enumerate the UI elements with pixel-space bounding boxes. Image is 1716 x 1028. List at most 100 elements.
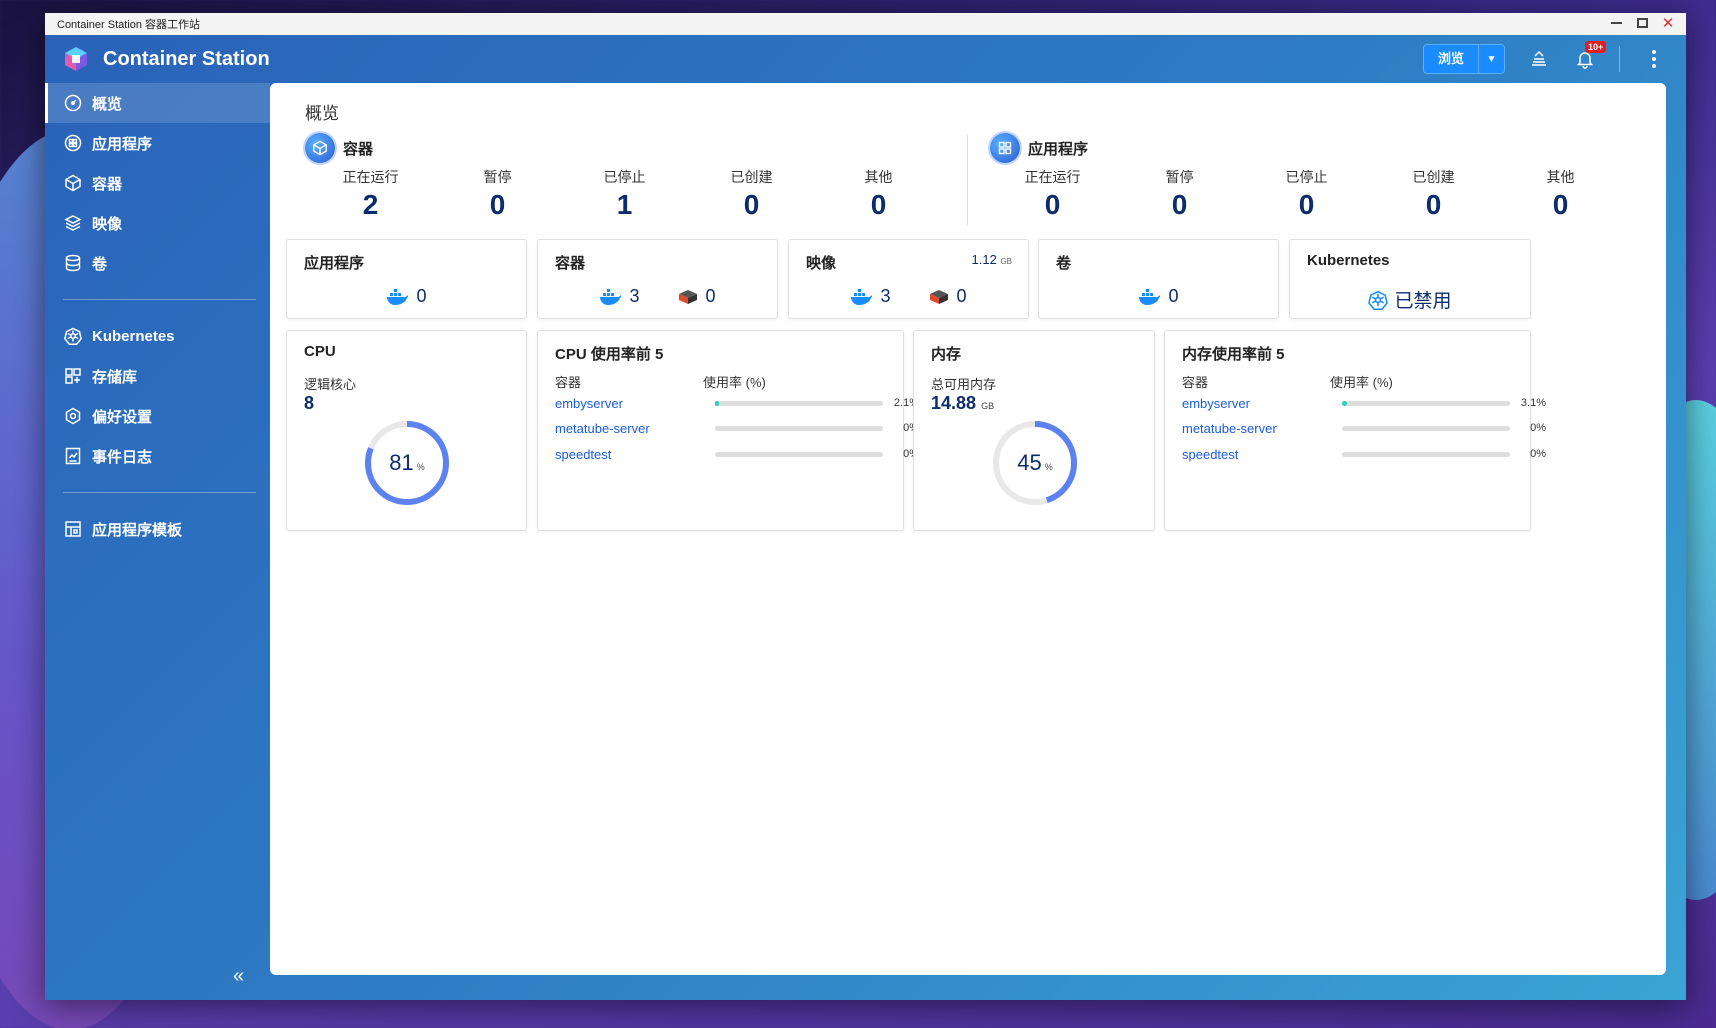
usage-bar-fill [1342,400,1348,406]
column-header-usage: 使用率 (%) [703,375,766,390]
memory-card: 内存 总可用内存 14.88 GB 45% [913,330,1155,531]
column-header-container: 容器 [1182,375,1209,390]
memory-top5-card: 内存使用率前 5 容器 使用率 (%) embyserver 3.1% meta… [1164,330,1546,531]
memory-total-value: 14.88 [931,393,977,413]
stat-label: 正在运行 [342,169,399,185]
stat-value: 0 [489,189,506,220]
more-vertical-icon [1652,50,1656,68]
sidebar-item-app-templates[interactable]: 应用程序模板 [45,509,270,549]
table-row: speedtest 0% [555,444,919,464]
sidebar-item-label: 概览 [92,95,123,113]
card-title: 容器 [555,255,586,272]
volumes-card[interactable]: 卷 0 [1038,239,1279,319]
browse-button-group: 浏览 ▼ [1422,44,1505,74]
caret-down-icon: ▼ [1486,53,1497,65]
kubernetes-state: 已禁用 [1394,291,1452,312]
apps-card[interactable]: 应用程序 0 [286,239,527,319]
docker-count-value: 3 [880,286,891,306]
title-bar: Container Station 容器工作站 ✕ [45,13,1686,35]
container-icon [63,173,83,193]
sidebar-item-label: 应用程序 [92,135,153,153]
container-link[interactable]: speedtest [1182,447,1342,462]
memory-total-label: 总可用内存 [931,377,997,392]
close-button[interactable]: ✕ [1660,15,1676,32]
docker-count-value: 0 [416,286,427,306]
kubernetes-helm-icon [1368,290,1389,310]
cpu-usage-readout: 81% [362,418,452,508]
docker-count: 0 [386,286,427,307]
card-title: Kubernetes [1307,252,1390,269]
minimize-button[interactable] [1608,15,1624,31]
stat-value: 1 [616,189,633,220]
lxd-count-value: 0 [956,286,967,306]
table-row: embyserver 2.1% [555,393,919,413]
sidebar-item-event-log[interactable]: 事件日志 [45,436,270,476]
usage-bar [1342,451,1510,457]
apps-summary: 应用程序 正在运行 0 暂停 0 已停止 0 已创建 0 其他 0 [955,133,1624,221]
sidebar-item-kubernetes[interactable]: Kubernetes [45,316,270,356]
stat-paused: 暂停 0 [434,167,561,221]
apps-stats: 正在运行 0 暂停 0 已停止 0 已创建 0 其他 0 [989,167,1624,221]
task-queue-button[interactable] [1527,47,1551,71]
card-status: 已禁用 [1290,286,1530,313]
notifications-button[interactable]: 10+ [1573,41,1607,71]
template-icon [63,519,83,539]
usage-percent: 3.1% [1520,397,1546,409]
stat-value: 2 [362,189,379,220]
table-row: metatube-server 0% [1182,418,1546,438]
docker-icon [600,288,622,305]
sidebar-item-images[interactable]: 映像 [45,203,270,243]
sidebar-item-preferences[interactable]: 偏好设置 [45,396,270,436]
stat-value: 0 [1298,189,1315,220]
lxd-count: 0 [927,286,967,307]
collapse-sidebar-button[interactable]: « [233,965,244,988]
sidebar-item-volumes[interactable]: 卷 [45,243,270,283]
maximize-icon [1636,18,1648,28]
docker-count: 3 [850,286,891,307]
kubernetes-card[interactable]: Kubernetes 已禁用 [1289,239,1531,319]
container-link[interactable]: embyserver [555,396,715,411]
volume-icon [63,253,83,273]
more-menu-button[interactable] [1642,47,1666,71]
memory-total: 14.88 GB [931,393,994,414]
stat-created: 已创建 0 [688,167,815,221]
container-link[interactable]: metatube-server [1182,421,1342,436]
browse-button[interactable]: 浏览 [1423,45,1478,73]
sidebar-item-label: 偏好设置 [92,408,153,426]
sidebar-item-overview[interactable]: 概览 [45,83,270,123]
stat-label: 已创建 [1412,169,1455,185]
usage-percent: 0% [1530,448,1546,460]
preferences-icon [63,406,83,426]
maximize-button[interactable] [1634,15,1650,31]
stat-label: 暂停 [1165,169,1194,185]
browse-dropdown-button[interactable]: ▼ [1478,45,1504,73]
stat-label: 已停止 [1285,169,1328,185]
container-link[interactable]: metatube-server [555,421,715,436]
apps-icon [63,133,83,153]
card-counts: 0 [287,286,526,307]
container-link[interactable]: speedtest [555,447,715,462]
card-title: 内存 [931,346,962,363]
memory-usage-value: 45 [1017,450,1042,475]
table-row: embyserver 3.1% [1182,393,1546,413]
stat-value: 0 [1171,189,1188,220]
lxd-icon [678,289,697,304]
containers-card[interactable]: 容器 3 0 [537,239,778,319]
sidebar-item-repository[interactable]: 存储库 [45,356,270,396]
apps-summary-header: 应用程序 [990,133,1624,163]
images-card[interactable]: 映像 1.12 GB 3 0 [788,239,1029,319]
container-link[interactable]: embyserver [1182,396,1342,411]
event-log-icon [63,446,83,466]
card-counts: 3 0 [538,286,777,307]
stat-label: 已创建 [730,169,773,185]
notification-badge: 10+ [1585,41,1607,53]
memory-usage-readout: 45% [990,418,1080,508]
sidebar-item-containers[interactable]: 容器 [45,163,270,203]
cpu-card: CPU 逻辑核心 8 81% [286,330,527,531]
sidebar-item-applications[interactable]: 应用程序 [45,123,270,163]
cpu-usage-value: 81 [389,450,414,475]
docker-count-value: 3 [629,286,640,306]
cores-value: 8 [304,393,315,413]
stat-label: 已停止 [603,169,646,185]
docker-count-value: 0 [1168,286,1179,306]
